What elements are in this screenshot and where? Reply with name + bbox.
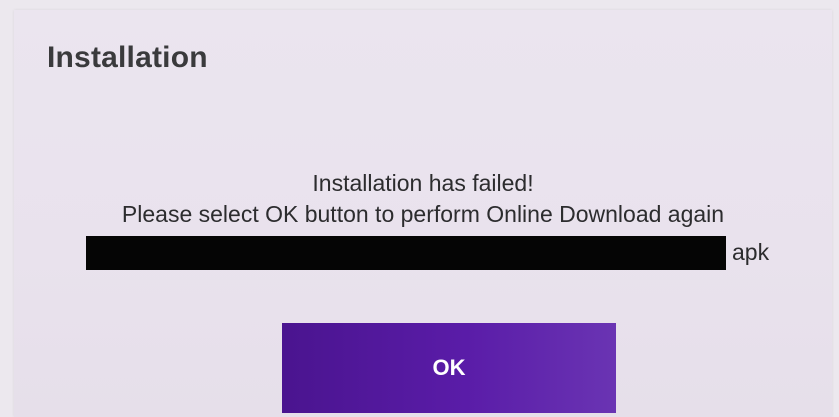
ok-button[interactable]: OK xyxy=(282,323,616,413)
installation-dialog: Installation Installation has failed! Pl… xyxy=(14,10,832,417)
redacted-file-name xyxy=(86,236,726,270)
file-name-row: apk xyxy=(86,236,806,270)
screen: Installation Installation has failed! Pl… xyxy=(0,0,839,417)
file-extension: apk xyxy=(732,239,770,265)
dialog-title: Installation xyxy=(47,41,208,74)
dialog-message: Installation has failed! Please select O… xyxy=(14,168,832,230)
message-line-instruction: Please select OK button to perform Onlin… xyxy=(121,201,725,227)
message-line-failed: Installation has failed! xyxy=(312,170,534,196)
